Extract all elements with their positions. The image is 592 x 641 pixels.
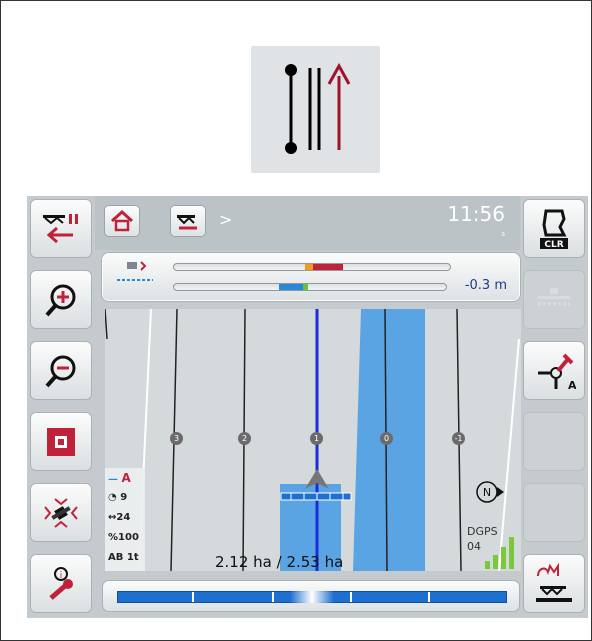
speed-row: ◔ 9	[105, 488, 145, 508]
track-number: 3	[170, 432, 183, 445]
title-bar: > 11:56 s	[95, 196, 521, 250]
speed-icon: ◔	[108, 492, 117, 503]
lightbar: -0.3 m	[103, 254, 519, 300]
steering-lightbar-track	[173, 263, 451, 271]
boom-button[interactable]	[524, 271, 584, 328]
set-point-a-button[interactable]: A	[524, 342, 584, 399]
section-bar	[103, 581, 519, 611]
section-control-bar	[117, 591, 507, 603]
worked-area-text: 2.12 ha / 2.53 ha	[215, 553, 344, 571]
ab-value: 1t	[126, 552, 139, 563]
gps-status: DGPS 04	[467, 524, 498, 554]
manual-section-button[interactable]	[524, 555, 584, 612]
implement-pause-icon	[43, 213, 78, 243]
track-number: -1	[452, 432, 465, 445]
ab-row: AB 1t	[105, 548, 145, 568]
clr-field-icon: CLR	[540, 209, 568, 250]
track-number: 1	[310, 432, 323, 445]
zoom-out-icon	[45, 355, 76, 387]
gps-satellites: 04	[467, 540, 481, 553]
track-guidance-breadcrumb[interactable]	[171, 206, 205, 236]
percent-icon: %	[108, 532, 119, 543]
mode-label: A	[121, 471, 131, 485]
wrench-icon: i	[49, 566, 73, 600]
right-button-column: CLR A	[520, 196, 588, 618]
home-icon	[110, 210, 134, 232]
pin-a-icon: A	[538, 353, 576, 392]
north-compass-icon: N	[476, 481, 504, 503]
percent-row: %100	[105, 528, 145, 548]
empty-button-2	[524, 484, 584, 541]
clr-label: CLR	[544, 240, 563, 250]
svg-text:i: i	[60, 571, 63, 581]
satellite-button[interactable]	[31, 484, 91, 541]
zoom-in-button[interactable]	[31, 271, 91, 328]
empty-button-1	[524, 413, 584, 470]
home-button[interactable]	[105, 206, 139, 236]
speed-value: 9	[120, 492, 128, 503]
satellite-icon	[44, 497, 78, 528]
north-label: N	[483, 486, 491, 499]
offset-value: -0.3 m	[464, 278, 507, 293]
clear-field-button[interactable]: CLR	[524, 200, 584, 257]
status-info-panel: — A ◔ 9 ↔24 %100 AB 1t	[105, 468, 145, 571]
mode-row: — A	[108, 471, 131, 485]
left-button-column: i	[27, 196, 95, 618]
zoom-out-button[interactable]	[31, 342, 91, 399]
offset-lightbar-track	[173, 283, 447, 291]
clock-seconds: s	[501, 230, 505, 238]
gps-type: DGPS	[467, 525, 498, 538]
tractor-offset-icon	[117, 261, 153, 281]
implement-icon	[177, 215, 197, 230]
percent-value: 100	[118, 532, 139, 543]
breadcrumb-separator: >	[219, 210, 233, 229]
track-number: 0	[380, 432, 393, 445]
zoom-in-icon	[45, 284, 76, 316]
parallel-tracks-icon	[251, 46, 380, 173]
stop-button[interactable]	[31, 413, 91, 470]
pause-tracking-button[interactable]	[31, 200, 91, 257]
stop-square-icon	[47, 427, 75, 456]
boom-icon	[538, 287, 570, 305]
width-value: 24	[116, 512, 131, 523]
ab-label: AB	[108, 552, 124, 563]
clock: 11:56	[447, 202, 505, 226]
track-number: 2	[238, 432, 251, 445]
width-row: ↔24	[105, 508, 145, 528]
hand-implement-icon	[536, 562, 572, 602]
settings-button[interactable]: i	[31, 555, 91, 612]
guidance-map[interactable]: 3 2 1 0 -1 N	[105, 309, 521, 571]
point-a-label: A	[568, 379, 576, 392]
